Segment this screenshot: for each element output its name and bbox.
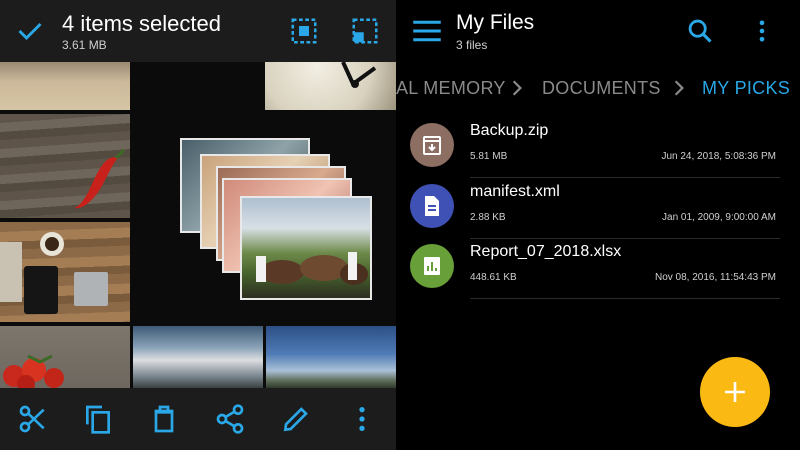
breadcrumb-item[interactable]: DOCUMENTS	[542, 78, 661, 99]
check-icon[interactable]	[16, 17, 44, 45]
photo-thumbnail[interactable]	[0, 114, 130, 218]
file-row[interactable]: Report_07_2018.xlsx 448.61 KB Nov 08, 20…	[396, 239, 800, 299]
edit-icon	[283, 407, 308, 432]
select-inverse-button[interactable]	[350, 16, 380, 46]
app-title: My Files	[456, 11, 535, 34]
file-name: Report_07_2018.xlsx	[470, 243, 622, 260]
breadcrumb-item-current[interactable]: MY PICKS	[702, 78, 790, 99]
file-size: 2.88 KB	[470, 212, 506, 223]
gallery-pane: 4 items selected 3.61 MB	[0, 0, 396, 450]
share-button[interactable]	[214, 403, 246, 435]
file-date: Jun 24, 2018, 5:08:36 PM	[661, 151, 776, 162]
spreadsheet-icon	[424, 257, 440, 275]
select-inverse-icon	[352, 18, 378, 44]
file-row[interactable]: Backup.zip 5.81 MB Jun 24, 2018, 5:08:36…	[396, 118, 800, 178]
plus-icon	[725, 382, 745, 402]
add-button[interactable]	[700, 357, 770, 427]
file-size: 5.81 MB	[470, 151, 508, 162]
breadcrumb-item[interactable]: AL MEMORY	[396, 78, 506, 99]
photo-thumbnail[interactable]	[0, 222, 130, 322]
chevron-right-icon	[512, 80, 522, 96]
file-date: Nov 08, 2016, 11:54:43 PM	[654, 272, 776, 283]
copy-button[interactable]	[82, 403, 114, 435]
chili-pepper-image	[74, 148, 126, 209]
select-all-icon	[291, 18, 317, 44]
tomatoes-image	[3, 354, 64, 388]
selection-size: 3.61 MB	[62, 38, 107, 52]
cut-icon	[19, 405, 45, 433]
selection-count: 4 items selected	[62, 11, 221, 36]
divider	[470, 177, 780, 178]
delete-icon	[154, 405, 174, 433]
search-icon[interactable]	[686, 17, 714, 45]
selected-photo-stack-top[interactable]	[240, 196, 372, 300]
photo-thumbnail[interactable]	[0, 62, 130, 110]
app-bar: My Files 3 files	[396, 0, 800, 62]
photo-thumbnail[interactable]	[266, 326, 396, 388]
file-name: Backup.zip	[470, 122, 549, 139]
cut-button[interactable]	[17, 403, 49, 435]
file-type-avatar	[410, 123, 454, 167]
clock-image	[341, 62, 377, 88]
files-pane: My Files 3 files AL MEMORY DOCUMENTS MY …	[396, 0, 800, 450]
select-all-button[interactable]	[289, 16, 319, 46]
share-icon	[216, 404, 244, 434]
file-size: 448.61 KB	[470, 272, 517, 283]
copy-icon	[86, 405, 110, 434]
action-bar	[0, 388, 396, 450]
photo-thumbnail[interactable]	[265, 62, 396, 110]
file-type-avatar	[410, 244, 454, 288]
archive-icon	[423, 136, 441, 155]
file-date: Jan 01, 2009, 9:00:00 AM	[662, 212, 776, 223]
file-name: manifest.xml	[470, 183, 560, 200]
divider	[470, 298, 780, 299]
edit-button[interactable]	[280, 403, 312, 435]
more-vert-icon[interactable]	[748, 17, 776, 45]
desk-items-image	[0, 232, 108, 314]
file-row[interactable]: manifest.xml 2.88 KB Jan 01, 2009, 9:00:…	[396, 179, 800, 239]
selection-toolbar: 4 items selected 3.61 MB	[0, 0, 396, 62]
file-type-avatar	[410, 184, 454, 228]
menu-icon[interactable]	[412, 18, 442, 44]
cattle-herd-image	[256, 252, 368, 285]
file-count: 3 files	[456, 38, 488, 52]
more-options-button[interactable]	[346, 403, 378, 435]
breadcrumb: AL MEMORY DOCUMENTS MY PICKS	[396, 70, 800, 106]
photo-thumbnail[interactable]	[0, 326, 130, 388]
delete-button[interactable]	[148, 403, 180, 435]
more-vert-icon	[359, 407, 365, 431]
document-icon	[425, 196, 439, 216]
chevron-right-icon	[674, 80, 684, 96]
photo-thumbnail[interactable]	[133, 326, 263, 388]
